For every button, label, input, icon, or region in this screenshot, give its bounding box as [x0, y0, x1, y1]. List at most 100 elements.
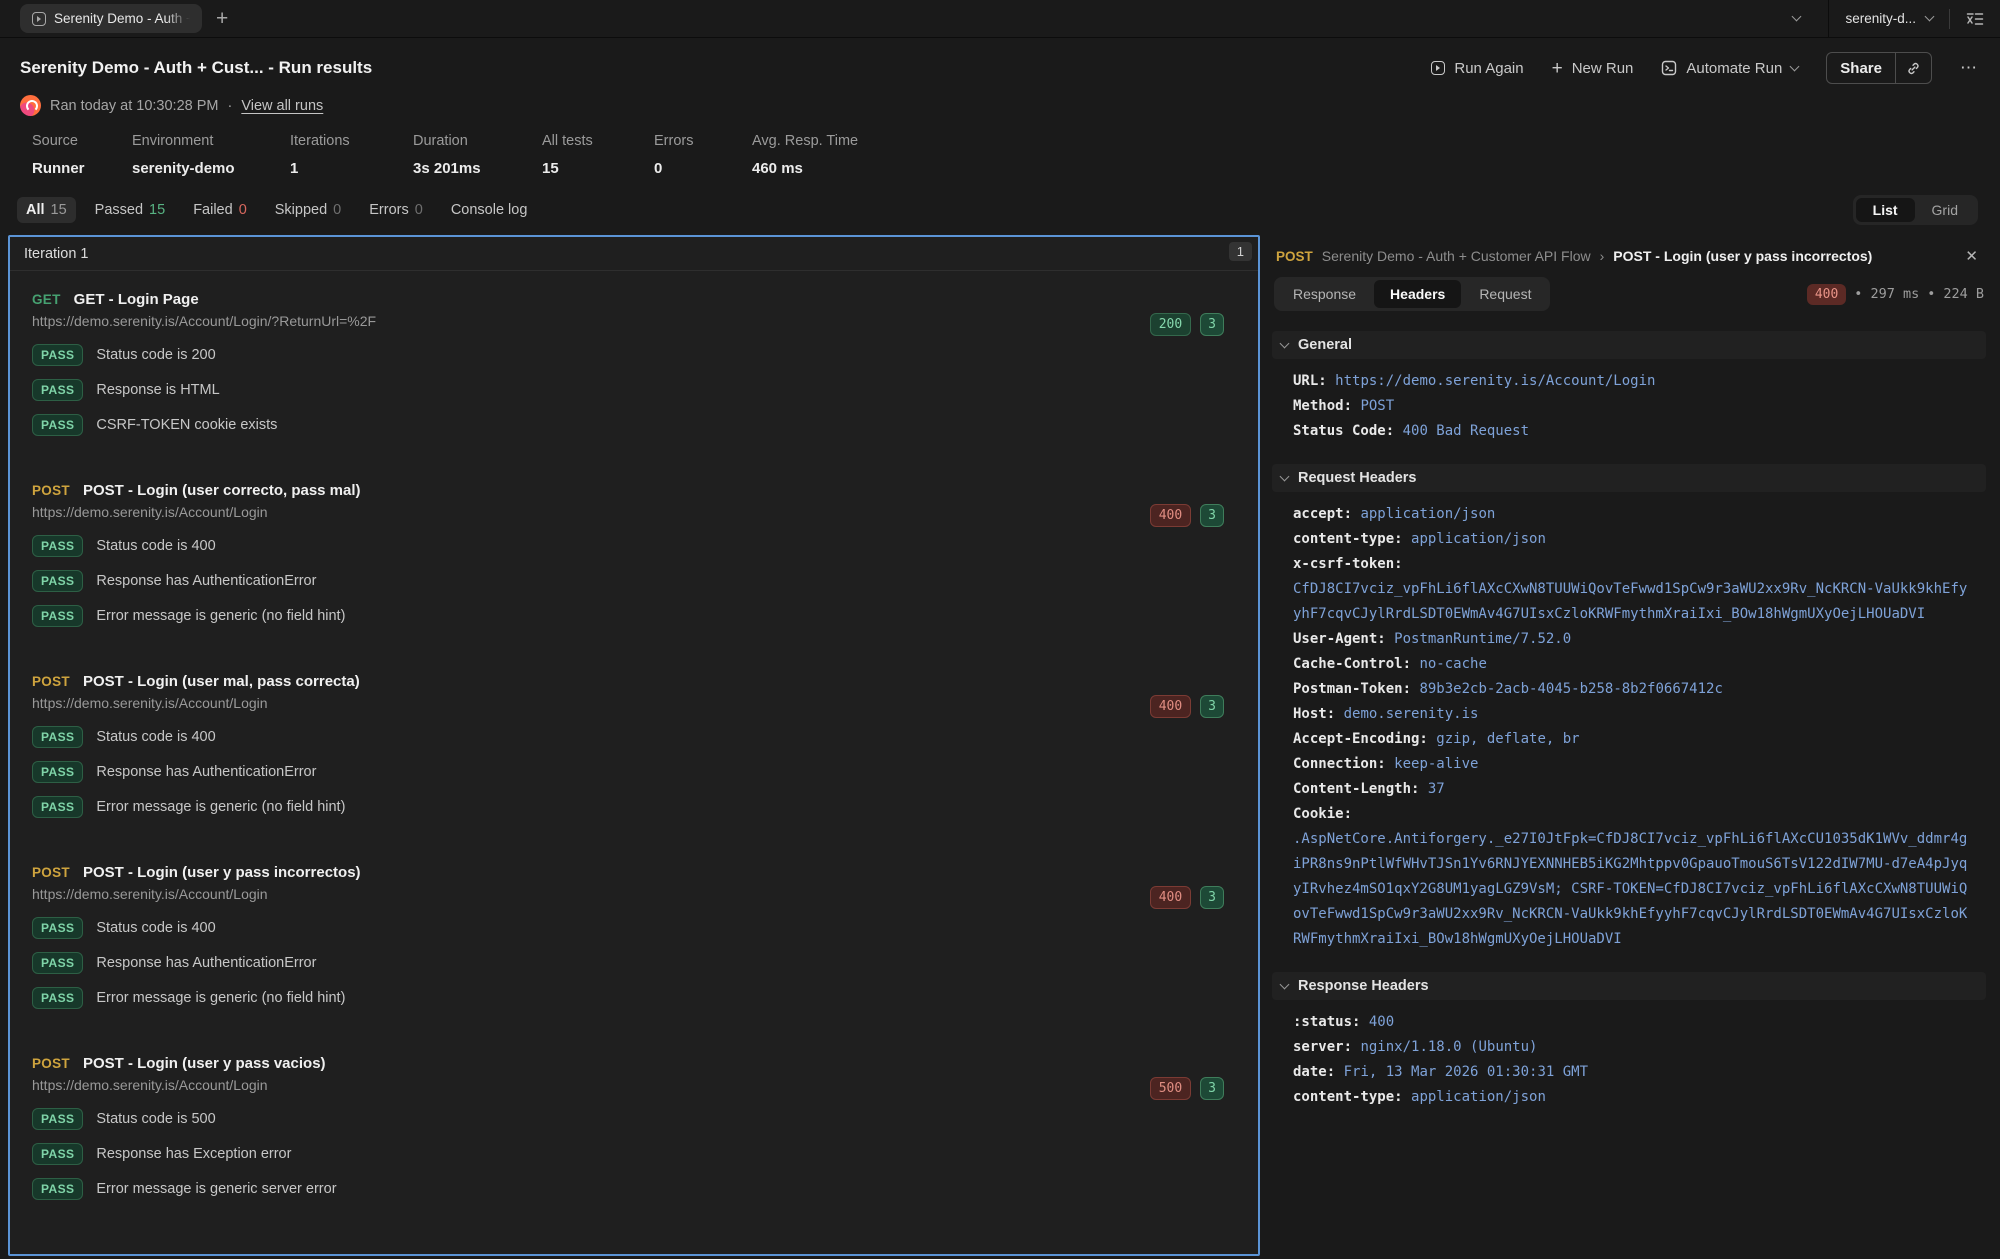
request-title: POST - Login (user y pass vacios) [83, 1055, 326, 1072]
header-line: Content-Length: 37 [1293, 777, 1969, 802]
header-line: date: Fri, 13 Mar 2026 01:30:31 GMT [1293, 1060, 1969, 1085]
test-result: PASSError message is generic (no field h… [32, 605, 1258, 627]
test-result: PASSError message is generic (no field h… [32, 987, 1258, 1009]
section-request-headers[interactable]: Request Headers [1272, 464, 1986, 492]
method-label: POST [32, 674, 70, 689]
iteration-header: Iteration 1 1 [10, 237, 1258, 271]
more-options-button[interactable]: ⋯ [1960, 58, 1978, 78]
request-title: POST - Login (user y pass incorrectos) [83, 864, 361, 881]
avatar [20, 95, 41, 116]
bullet-separator: • [1854, 286, 1862, 302]
pass-badge: PASS [32, 796, 83, 818]
test-count-badge: 3 [1200, 1077, 1224, 1100]
chevron-down-icon [1790, 61, 1800, 71]
pass-badge: PASS [32, 605, 83, 627]
response-time: 297 ms [1870, 286, 1919, 302]
tab-title: Serenity Demo - Auth + Cu [54, 11, 190, 26]
pass-badge: PASS [32, 1108, 83, 1130]
request-item[interactable]: POST POST - Login (user y pass incorrect… [22, 864, 1258, 1009]
method-label: POST [32, 865, 70, 880]
stat-duration: Duration3s 201ms [413, 133, 542, 177]
header-line: server: nginx/1.18.0 (Ubuntu) [1293, 1035, 1969, 1060]
environment-selector-label: serenity-d... [1845, 11, 1916, 26]
copy-link-button[interactable] [1896, 61, 1931, 76]
console-log-tab[interactable]: Console log [442, 197, 537, 223]
filter-row: All15 Passed15 Failed0 Skipped0 Errors0 … [0, 195, 2000, 235]
status-badge: 400 [1150, 695, 1191, 718]
run-stats: SourceRunner Environmentserenity-demo It… [0, 131, 2000, 195]
request-item[interactable]: POST POST - Login (user mal, pass correc… [22, 673, 1258, 818]
iteration-count-badge: 1 [1229, 242, 1252, 261]
request-item[interactable]: POST POST - Login (user correcto, pass m… [22, 482, 1258, 627]
method-label: POST [32, 483, 70, 498]
test-result: PASSError message is generic (no field h… [32, 796, 1258, 818]
section-response-headers[interactable]: Response Headers [1272, 972, 1986, 1000]
header: Serenity Demo - Auth + Cust... - Run res… [0, 38, 2000, 84]
section-general[interactable]: General [1272, 331, 1986, 359]
view-all-runs-link[interactable]: View all runs [241, 98, 323, 114]
header-line: User-Agent: PostmanRuntime/7.52.0 [1293, 627, 1969, 652]
test-result: PASSResponse has AuthenticationError [32, 761, 1258, 783]
workspace-segment: serenity-d... [1828, 0, 2000, 37]
pass-badge: PASS [32, 761, 83, 783]
grid-view-button[interactable]: Grid [1915, 198, 1975, 222]
dot-separator: · [227, 98, 232, 114]
test-count-badge: 3 [1200, 695, 1224, 718]
header-line: Accept-Encoding: gzip, deflate, br [1293, 727, 1969, 752]
automate-run-button[interactable]: Automate Run [1661, 60, 1798, 77]
environment-quick-look-icon[interactable] [1966, 11, 1984, 27]
method-label: POST [32, 1056, 70, 1071]
pass-badge: PASS [32, 570, 83, 592]
test-result: PASSError message is generic server erro… [32, 1178, 1258, 1200]
tab-headers[interactable]: Headers [1374, 280, 1461, 308]
filter-passed[interactable]: Passed15 [86, 197, 175, 223]
share-button[interactable]: Share [1827, 60, 1895, 77]
header-line: Status Code: 400 Bad Request [1293, 419, 1969, 444]
request-title: POST - Login (user mal, pass correcta) [83, 673, 360, 690]
environment-selector[interactable]: serenity-d... [1845, 11, 1933, 26]
filter-all[interactable]: All15 [17, 197, 76, 223]
tab-response[interactable]: Response [1277, 280, 1372, 308]
header-line: Cache-Control: no-cache [1293, 652, 1969, 677]
run-meta: Ran today at 10:30:28 PM · View all runs [0, 84, 2000, 131]
new-tab-button[interactable]: + [216, 8, 228, 29]
test-result: PASSResponse has AuthenticationError [32, 570, 1258, 592]
pass-badge: PASS [32, 726, 83, 748]
runner-tab[interactable]: Serenity Demo - Auth + Cu [20, 4, 202, 33]
filter-errors[interactable]: Errors0 [360, 197, 432, 223]
pass-badge: PASS [32, 535, 83, 557]
test-result: PASSResponse has Exception error [32, 1143, 1258, 1165]
divider [1949, 9, 1950, 29]
close-icon[interactable]: ✕ [1959, 247, 1984, 265]
status-badge: 400 [1150, 886, 1191, 909]
breadcrumb[interactable]: Serenity Demo - Auth + Customer API Flow [1322, 248, 1591, 264]
stat-all-tests: All tests15 [542, 133, 654, 177]
chevron-down-icon [1280, 472, 1290, 482]
header-line: :status: 400 [1293, 1010, 1969, 1035]
filter-skipped[interactable]: Skipped0 [266, 197, 350, 223]
list-view-button[interactable]: List [1856, 198, 1915, 222]
request-item[interactable]: POST POST - Login (user y pass vacios) h… [22, 1055, 1258, 1200]
filter-failed[interactable]: Failed0 [184, 197, 256, 223]
automate-icon [1661, 60, 1677, 76]
page-title: Serenity Demo - Auth + Cust... - Run res… [20, 58, 372, 78]
run-again-button[interactable]: Run Again [1431, 60, 1523, 77]
test-count-badge: 3 [1200, 886, 1224, 909]
test-count-badge: 3 [1200, 504, 1224, 527]
chevron-down-icon[interactable] [1792, 12, 1802, 22]
request-item[interactable]: GET GET - Login Page https://demo.sereni… [22, 291, 1258, 436]
new-run-button[interactable]: + New Run [1552, 59, 1634, 78]
breadcrumb-separator: › [1600, 248, 1605, 264]
chevron-down-icon [1280, 980, 1290, 990]
status-badge: 400 [1150, 504, 1191, 527]
stat-iterations: Iterations1 [290, 133, 413, 177]
test-result: PASSStatus code is 400 [32, 535, 1258, 557]
method-label: GET [32, 292, 61, 307]
request-url: https://demo.serenity.is/Account/Login [32, 695, 1258, 711]
method-label: POST [1276, 249, 1313, 264]
stat-avg-resp-time: Avg. Resp. Time460 ms [752, 133, 858, 177]
header-line: content-type: application/json [1293, 527, 1969, 552]
tab-request[interactable]: Request [1463, 280, 1547, 308]
stat-errors: Errors0 [654, 133, 752, 177]
bullet-separator: • [1927, 286, 1935, 302]
